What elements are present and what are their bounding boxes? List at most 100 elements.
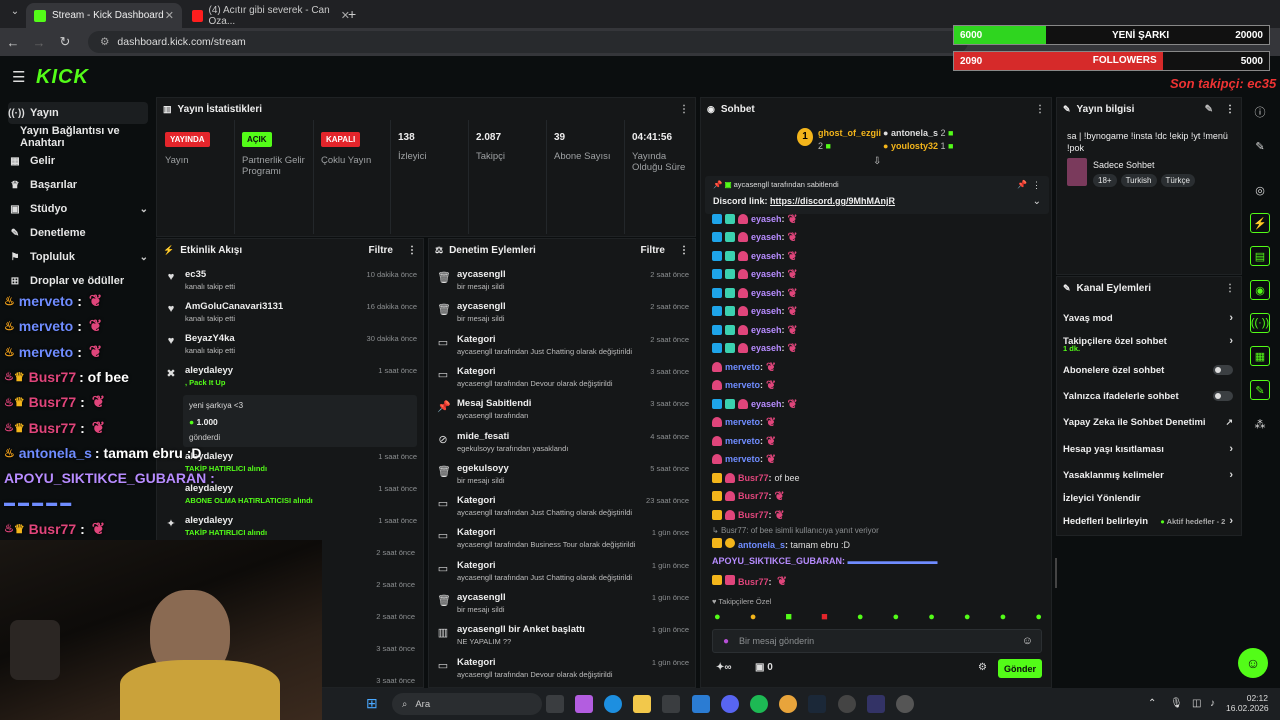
taskbar-search[interactable]: ⌕ Ara [392,693,542,715]
emote-icon[interactable]: ■ [821,611,828,625]
channel-action-item[interactable]: Yapay Zeka ile Sohbet Denetimi ↗ [1063,413,1233,431]
tag[interactable]: 18+ [1093,174,1117,187]
quick-action-bolt-icon[interactable]: ⚡ [1250,213,1270,233]
task-view-icon[interactable] [546,695,564,713]
mic-tray-icon[interactable]: 🎙 [1170,698,1183,709]
clock[interactable]: 02:12 16.02.2026 [1226,693,1269,713]
chat-username[interactable]: eyaseh [751,214,782,224]
emote-icon[interactable]: ■ [785,611,792,625]
sidebar-item-gelir[interactable]: ▦ Gelir [8,150,148,172]
help-chat-button[interactable]: ☺ [1238,648,1268,678]
edit-icon[interactable]: ✎ [1250,136,1270,156]
emote-icon[interactable]: ● [714,611,721,625]
filter-button[interactable]: Filtre [369,245,393,256]
quick-action-wrench-icon[interactable]: ✎ [1250,380,1270,400]
quick-action-chat-icon[interactable]: ◉ [1250,280,1270,300]
sidebar-item-droplar[interactable]: ⊞ Droplar ve ödüller [8,270,148,292]
chat-input[interactable]: ● Bir mesaj gönderin ☺ [712,629,1042,653]
filter-button[interactable]: Filtre [641,245,665,256]
chat-username[interactable]: eyaseh [751,232,782,242]
chat-username[interactable]: antonela_s [738,540,785,550]
chat-username[interactable]: merveto [725,362,760,372]
edit-icon[interactable]: ✎ [1205,104,1213,115]
toggle-switch[interactable] [1213,391,1233,401]
chat-username[interactable]: merveto [725,454,760,464]
activity-user[interactable]: BeyazY4ka [185,333,235,344]
sidebar-item-studyo[interactable]: ▣ Stüdyo ⌄ [8,198,148,220]
chat-username[interactable]: merveto [725,417,760,427]
url-input[interactable]: ⚙ dashboard.kick.com/stream [88,31,968,53]
site-info-icon[interactable]: ⚙ [100,36,109,48]
chevron-down-icon[interactable]: ⌄ [1033,196,1041,207]
chat-settings-icon[interactable]: ⚙ [978,662,987,673]
media-player-icon[interactable] [896,695,914,713]
more-icon[interactable]: ⋮ [679,245,689,256]
toggle-switch[interactable] [1213,365,1233,375]
windows-start-icon[interactable]: ⊞ [366,695,378,712]
tag[interactable]: Türkçe [1160,174,1195,187]
more-icon[interactable]: ⋮ [1225,104,1235,115]
discord-link[interactable]: https://discord.gg/9MhMAnjR [770,196,895,206]
chat-username[interactable]: eyaseh [751,288,782,298]
chat-username[interactable]: eyaseh [751,269,782,279]
network-icon[interactable]: ◫ [1192,698,1201,709]
quick-action-broadcast-icon[interactable]: ((·)) [1250,313,1270,333]
chat-username[interactable]: merveto [725,380,760,390]
kick-logo[interactable]: KICK [36,66,89,89]
emoji-icon[interactable]: ☺ [1022,635,1033,647]
category-thumbnail[interactable] [1067,158,1087,186]
emote-icon[interactable]: ● [750,611,757,625]
copilot-icon[interactable] [575,695,593,713]
chat-username[interactable]: eyaseh [751,251,782,261]
more-icon[interactable]: ⋮ [407,245,417,256]
forward-icon[interactable]: → [26,35,52,50]
channel-action-item[interactable]: Hedefleri belirleyin ● Aktif hedefler - 2… [1063,512,1233,530]
outlook-icon[interactable] [692,695,710,713]
info-icon[interactable]: ⓘ [1250,102,1270,122]
sidebar-item-yayin[interactable]: ((·)) Yayın [8,102,148,124]
chat-username[interactable]: eyaseh [751,343,782,353]
apps-icon[interactable]: ⁂ [1250,414,1270,434]
volume-icon[interactable]: ♪ [1210,698,1215,709]
new-tab-button[interactable]: + [348,6,356,22]
spotify-icon[interactable] [750,695,768,713]
more-icon[interactable]: ⋮ [1032,180,1041,191]
top-gifter-3[interactable]: ● youlosty32 1 ■ [883,141,953,151]
top-gifter-name[interactable]: ghost_of_ezgii [818,128,881,138]
channel-action-item[interactable]: İzleyici Yönlendir [1063,489,1233,507]
more-icon[interactable]: ⋮ [679,104,689,115]
chat-username[interactable]: Busr77 [738,473,769,483]
sidebar-item-stream-key[interactable]: Yayın Bağlantısı ve Anahtarı [20,125,155,149]
quick-action-list-icon[interactable]: ▤ [1250,246,1270,266]
more-icon[interactable]: ⋮ [1035,104,1045,115]
channel-action-item[interactable]: Abonelere özel sohbet [1063,361,1233,379]
sidebar-item-basarilar[interactable]: ♛ Başarılar [8,174,148,196]
emote-icon[interactable]: ● [857,611,864,625]
obs-icon[interactable] [838,695,856,713]
file-explorer-icon[interactable] [633,695,651,713]
activity-user[interactable]: aleydaleyy [185,365,233,376]
reload-icon[interactable]: ↻ [52,34,78,50]
edge-icon[interactable] [604,695,622,713]
tab-youtube[interactable]: (4) Acıtır gibi severek - Can Oza... ✕ [184,3,358,28]
chat-username[interactable]: eyaseh [751,306,782,316]
tab-list-icon[interactable]: ⌄ [2,6,28,17]
emote-icon[interactable]: ● [893,611,900,625]
sidebar-item-denetleme[interactable]: ✎ Denetleme [8,222,148,244]
chat-username[interactable]: Busr77 [738,491,769,501]
activity-user[interactable]: ec35 [185,269,206,280]
emote-icon[interactable]: ● [964,611,971,625]
discord-icon[interactable] [721,695,739,713]
sidebar-item-topluluk[interactable]: ⚑ Topluluk ⌄ [8,246,148,268]
tag[interactable]: Turkish [1120,174,1157,187]
tab-kick-dashboard[interactable]: Stream - Kick Dashboard ✕ [26,3,182,28]
channel-action-item[interactable]: Hesap yaşı kısıtlaması › [1063,440,1233,458]
mic-icon[interactable]: ● [723,636,729,647]
back-icon[interactable]: ← [0,35,26,50]
chat-scrollbar[interactable] [1055,558,1057,588]
channel-action-item[interactable]: Yavaş mod › [1063,309,1233,327]
tray-chevron-icon[interactable]: ⌃ [1148,698,1156,709]
close-tab-icon[interactable]: ✕ [165,9,174,22]
chat-username[interactable]: eyaseh [751,399,782,409]
chat-username[interactable]: Busr77 [738,577,769,587]
